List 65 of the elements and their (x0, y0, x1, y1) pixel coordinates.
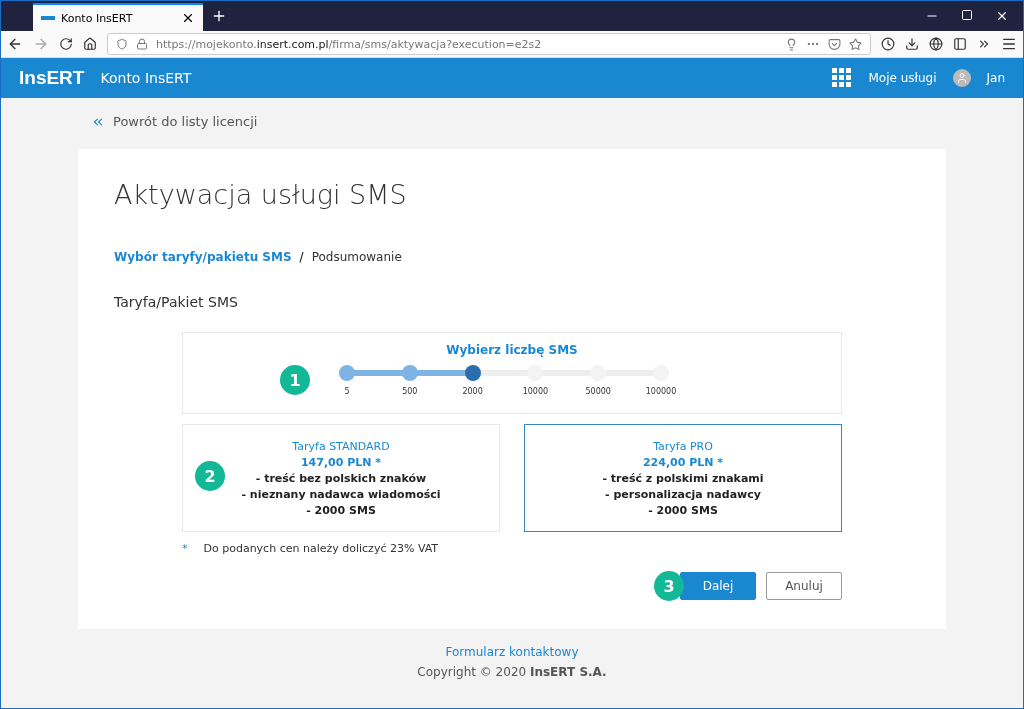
avatar-icon[interactable] (952, 69, 971, 87)
step-badge: 3 (654, 571, 684, 601)
favicon-icon (41, 14, 55, 22)
plan-feature: - 2000 SMS (306, 503, 376, 517)
user-name[interactable]: Jan (986, 71, 1005, 85)
next-button[interactable]: Dalej (680, 572, 756, 600)
plan-card[interactable]: Taryfa PRO 224,00 PLN * - treść z polskimi znakami - personalizacja nadawcy - 2000 SMS (524, 424, 842, 532)
maximize-icon[interactable] (961, 9, 973, 21)
slider-stop[interactable] (339, 365, 355, 381)
slider-label: 500 (402, 387, 418, 396)
slider[interactable]: 5 500 2000 10000 50000 100000 (324, 365, 684, 399)
plan-name: Taryfa STANDARD (292, 439, 390, 453)
new-tab-icon[interactable] (211, 8, 227, 24)
lightbulb-icon[interactable] (785, 37, 798, 51)
plan-feature: - nieznany nadawca wiadomości (241, 487, 441, 501)
slider-stop[interactable] (464, 365, 481, 381)
reload-icon[interactable] (59, 37, 73, 51)
pocket-icon[interactable] (828, 37, 841, 51)
step-badge: 1 (280, 365, 310, 395)
chevrons-icon[interactable] (977, 37, 991, 51)
app-title: Konto InsERT (100, 70, 193, 86)
home-icon[interactable] (83, 37, 97, 51)
breadcrumb-current: Podsumowanie (311, 250, 402, 264)
footnote-mark: * (182, 542, 188, 555)
breadcrumb-separator: / (299, 250, 304, 264)
address-bar[interactable]: https://mojekonto.insert.com.pl/firma/sms/aktywacja?execution=e2s2 (107, 33, 871, 55)
plan-price: 224,00 PLN * (642, 455, 724, 469)
back-link[interactable]: Powrót do listy licencji (113, 114, 258, 129)
slider-title: Wybierz liczbę SMS (446, 343, 578, 357)
star-icon[interactable] (849, 37, 862, 51)
plan-feature: - treść z polskimi znakami (602, 471, 764, 485)
plan-feature: - personalizacja nadawcy (605, 487, 761, 501)
slider-label: 50000 (585, 387, 611, 396)
step-badge: 2 (195, 461, 225, 491)
close-window-icon[interactable] (995, 9, 1009, 23)
slider-stop[interactable] (401, 365, 418, 381)
cancel-button[interactable]: Anuluj (766, 572, 842, 600)
logo: InsERT (19, 67, 85, 89)
plan-name: Taryfa PRO (653, 439, 713, 453)
menu-icon[interactable] (1001, 36, 1017, 52)
slider-label: 100000 (645, 387, 677, 396)
plan-feature: - treść bez polskich znaków (255, 471, 427, 485)
plan-card[interactable]: 2 Taryfa STANDARD 147,00 PLN * - treść bez polskich znaków - nieznany nadawca wiadomości - 2000 SMS (182, 424, 500, 532)
plan-feature: - 2000 SMS (648, 503, 718, 517)
contact-link[interactable]: Formularz kontaktowy (445, 645, 579, 659)
breadcrumb-link[interactable]: Wybór taryfy/pakietu SMS (114, 250, 292, 264)
globe-icon[interactable] (929, 37, 943, 51)
lock-icon (136, 38, 148, 50)
shield-icon (116, 38, 128, 50)
plan-price: 147,00 PLN * (300, 455, 382, 469)
download-icon[interactable] (905, 37, 919, 51)
footnote-text: Do podanych cen należy doliczyć 23% VAT (203, 542, 439, 555)
services-link[interactable]: Moje usługi (868, 71, 937, 85)
slider-label: 5 (344, 387, 350, 396)
grid-icon[interactable] (832, 68, 853, 88)
close-tab-icon[interactable] (181, 11, 195, 25)
clock-icon[interactable] (881, 37, 895, 51)
slider-label: 2000 (462, 387, 483, 396)
back-icon[interactable] (7, 36, 23, 52)
browser-tab[interactable]: Konto InsERT (33, 3, 203, 31)
sidebar-icon[interactable] (953, 37, 967, 51)
slider-label: 10000 (522, 387, 549, 396)
section-title: Taryfa/Pakiet SMS (114, 294, 239, 310)
page-title: Aktywacja usługi SMS (114, 179, 408, 210)
copyright: Copyright © 2020 InsERT S.A. (417, 665, 607, 679)
